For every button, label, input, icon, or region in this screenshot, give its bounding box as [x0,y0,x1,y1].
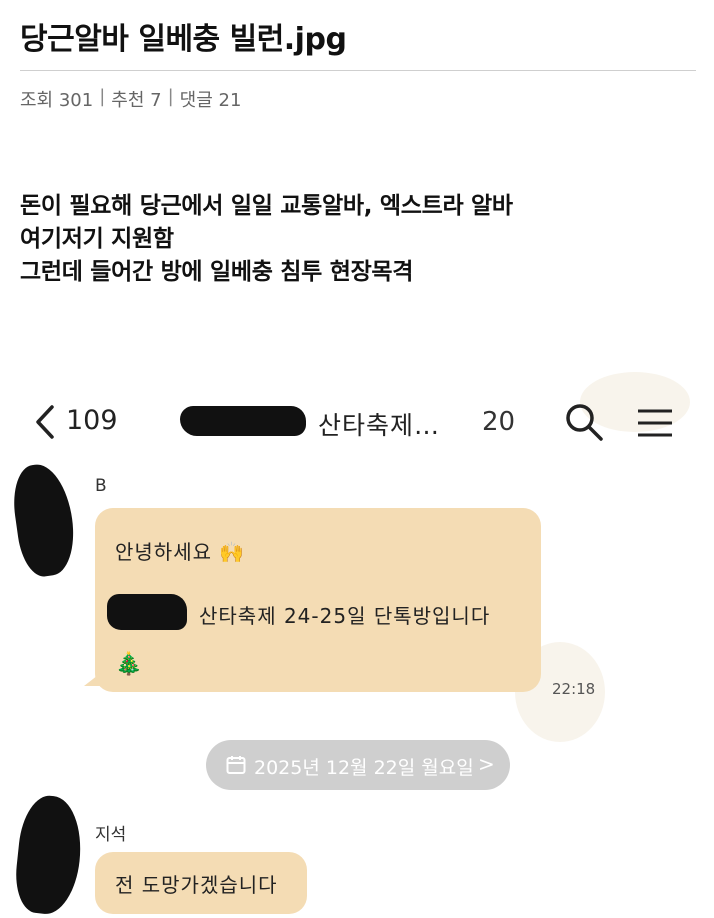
message-text: 산타축제 24-25일 단톡방입니다 [199,604,491,628]
message-time: 22:18 [552,680,596,698]
message-text: 안녕하세요 🙌 [115,540,246,564]
sender-name: 지석 [95,825,127,845]
post-header: 당근알바 일베충 빌런.jpg [20,18,696,62]
comment-count[interactable]: 댓글 21 [180,86,242,112]
meta-separator: | [99,86,106,107]
post-title: 당근알바 일베충 빌런.jpg [20,22,347,57]
sender-name: B [95,476,107,496]
divider [20,70,696,71]
chevron-right-icon: > [478,752,495,776]
unread-count[interactable]: 109 [66,405,118,436]
redaction-mark [107,594,187,630]
meta-separator: | [167,86,174,107]
chat-top-bar: 109 산타축제… 20 [0,372,714,472]
calendar-icon [226,756,246,774]
recommend-count[interactable]: 추천 7 [111,86,161,112]
post-body: 돈이 필요해 당근에서 일일 교통알바, 엑스트라 알바 여기저기 지원함 그런… [20,190,513,289]
avatar[interactable] [8,460,80,580]
chat-screenshot: 109 산타축제… 20 B 안녕하세요 🙌 산타축제 24-25일 단톡방입니… [0,372,714,918]
message-bubble[interactable]: 전 도망가겠습니다 [95,852,307,914]
body-line: 돈이 필요해 당근에서 일일 교통알바, 엑스트라 알바 [20,193,513,219]
message-text: 전 도망가겠습니다 [115,873,278,897]
redaction-mark [180,406,306,436]
chat-room-name[interactable]: 산타축제… [318,406,440,442]
date-text: 2025년 12월 22일 월요일 [254,757,474,779]
tree-emoji: 🎄 [115,652,144,677]
body-line: 여기저기 지원함 [20,226,174,252]
search-icon[interactable] [564,402,604,442]
member-count[interactable]: 20 [482,407,515,437]
chevron-left-icon[interactable] [34,404,56,440]
hamburger-menu-icon[interactable] [636,408,674,438]
view-count: 조회 301 [20,90,94,111]
date-divider[interactable]: 2025년 12월 22일 월요일 > [206,740,510,790]
bubble-tail [84,672,102,686]
message-bubble[interactable]: 안녕하세요 🙌 산타축제 24-25일 단톡방입니다 🎄 [95,508,541,692]
body-line: 그런데 들어간 방에 일베충 침투 현장목격 [20,259,414,285]
post-meta: 조회 301 | 추천 7 | 댓글 21 [20,86,241,112]
avatar[interactable] [12,793,86,917]
